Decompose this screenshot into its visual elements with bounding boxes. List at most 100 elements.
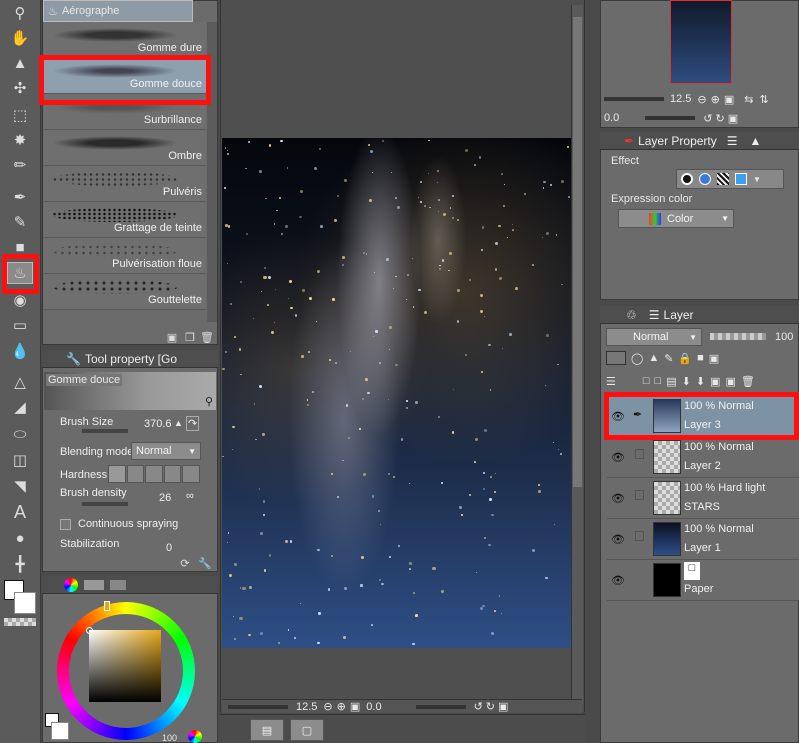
pencil-tool-icon[interactable]: ✎	[7, 211, 33, 233]
pen-tool-icon[interactable]: ✒	[7, 186, 33, 208]
balloon-tool-icon[interactable]: ●	[7, 527, 33, 549]
reference-layer-icon[interactable]: ▲	[648, 352, 659, 364]
ruler-tool-icon[interactable]: ◥	[7, 475, 33, 497]
merge-down-icon[interactable]: ⬇	[696, 375, 705, 388]
canvas-fit-icon[interactable]: ▣	[350, 700, 360, 713]
layer-menu-icon[interactable]: ☰	[606, 375, 616, 388]
layer-blend-mode-dropdown[interactable]: Normal ▼	[606, 328, 702, 346]
layer-tree-tab-icon[interactable]: ▲	[750, 134, 762, 148]
zoom-preview-icon[interactable]: ⚲	[205, 395, 213, 408]
layer-search-tab-icon[interactable]: ☰	[727, 134, 738, 148]
layer-row[interactable]: 👁 100 % Normal Layer 2	[607, 437, 799, 478]
opacity-value[interactable]: 100	[775, 331, 793, 343]
animation-tab-icon[interactable]: ♲	[626, 308, 637, 322]
navigator-preview[interactable]	[670, 0, 732, 84]
rotate-left-icon[interactable]: ↺	[474, 700, 483, 713]
decoration-tool-icon[interactable]: ◉	[7, 289, 33, 311]
navigator-fit-icon[interactable]: ▣	[724, 93, 734, 106]
auto-select-tool-icon[interactable]: ✸	[7, 129, 33, 151]
airbrush-tool-icon[interactable]: ♨	[7, 262, 33, 284]
clip-icon[interactable]: ◯	[631, 352, 643, 365]
eye-icon[interactable]: 👁	[611, 451, 625, 464]
opacity-slider[interactable]	[710, 333, 766, 340]
color-wheel-tab-icon[interactable]	[64, 577, 78, 592]
layer-tab-label[interactable]: Layer	[664, 308, 694, 322]
wheel-sub-color-icon[interactable]	[51, 722, 69, 740]
canvas-zoom-value[interactable]: 12.5	[296, 701, 317, 713]
move-layer-tool-icon[interactable]: ✣	[7, 77, 33, 99]
layer-color-swatch-icon[interactable]	[606, 351, 626, 365]
create-mask-icon[interactable]: ▣	[710, 375, 720, 388]
saturation-value-square[interactable]	[89, 630, 161, 702]
blend-tool-icon[interactable]: 💧	[7, 340, 33, 362]
transparent-color-swatch[interactable]	[4, 618, 36, 626]
continuous-spraying-checkbox[interactable]	[60, 519, 71, 530]
brush-item[interactable]: Gouttelette	[44, 274, 206, 310]
copy-brush-icon[interactable]: ❐	[183, 330, 197, 344]
delete-layer-icon[interactable]: 🗑	[741, 375, 755, 388]
flip-vertical-icon[interactable]: ⇅	[759, 93, 768, 106]
navigator-rotation-value[interactable]: 0.0	[604, 112, 619, 124]
timeline-frames-icon[interactable]: ▤	[250, 719, 284, 741]
eye-icon[interactable]: 👁	[611, 410, 625, 423]
navigator-zoom-out-icon[interactable]: ⊖	[697, 93, 706, 106]
navigator-rotate-left-icon[interactable]: ↺	[703, 112, 712, 125]
stabilization-value[interactable]: 0	[166, 542, 172, 554]
lock-transparent-icon[interactable]: ■	[697, 352, 704, 364]
layer-property-tab-label[interactable]: Layer Property	[638, 134, 717, 148]
expression-color-dropdown[interactable]: Color ▼	[618, 209, 734, 228]
text-tool-icon[interactable]: A	[7, 501, 33, 523]
transfer-down-icon[interactable]: ⬇	[682, 375, 691, 388]
gradient-tool-icon[interactable]: ◢	[7, 396, 33, 418]
reset-settings-icon[interactable]: ⟳	[178, 556, 192, 570]
new-folder-icon[interactable]: ▤	[666, 375, 676, 388]
navigator-zoom-slider[interactable]	[604, 97, 664, 101]
fill-tool-icon[interactable]: △	[7, 371, 33, 393]
frame-tool-icon[interactable]: ◫	[7, 449, 33, 471]
edit-target-box[interactable]	[635, 449, 644, 459]
selection-tool-icon[interactable]: ⬚	[7, 104, 33, 126]
brush-size-spinner-icon[interactable]: ▲	[174, 418, 183, 428]
tone-effect-icon[interactable]	[717, 173, 729, 185]
brush-item-selected[interactable]: Gomme douce	[44, 58, 206, 94]
edit-target-box[interactable]	[635, 531, 644, 541]
navigator-zoom-in-icon[interactable]: ⊕	[711, 93, 720, 106]
canvas-zoom-in-icon[interactable]: ⊕	[337, 700, 346, 713]
new-raster-layer-icon[interactable]: □	[643, 375, 650, 387]
navigator-reset-icon[interactable]: ▣	[728, 112, 738, 125]
eraser-tool-icon[interactable]: ▭	[7, 314, 33, 336]
border-effect-icon[interactable]	[681, 173, 693, 185]
brush-tool-icon[interactable]: ■	[7, 236, 33, 258]
correct-line-tool-icon[interactable]: ╋	[7, 553, 33, 575]
layer-color-icon[interactable]	[735, 173, 747, 185]
layer-row-selected[interactable]: 👁 ✒ 100 % Normal Layer 3	[607, 396, 799, 437]
new-vector-layer-icon[interactable]: □	[655, 375, 662, 387]
color-slider-tab-icon[interactable]	[84, 579, 104, 590]
hand-tool-icon[interactable]: ✋	[7, 27, 33, 49]
canvas-rotation-slider[interactable]	[415, 704, 466, 709]
brush-size-pressure-icon[interactable]: ↷	[186, 416, 200, 431]
canvas-zoom-out-icon[interactable]: ⊖	[323, 700, 332, 713]
flip-horizontal-icon[interactable]: ⇆	[744, 93, 753, 106]
brush-item[interactable]: Gomme dure	[44, 22, 206, 58]
navigator-rotation-slider[interactable]	[645, 116, 696, 120]
eye-icon[interactable]: 👁	[611, 533, 625, 546]
sub-tool-tab[interactable]: ♨ Aérographe	[43, 0, 193, 22]
figure-tool-icon[interactable]: ⬭	[7, 423, 33, 445]
zoom-tool-icon[interactable]: ⚲	[7, 2, 33, 24]
eye-icon[interactable]: 👁	[611, 574, 625, 587]
canvas-rotation-value[interactable]: 0.0	[366, 701, 381, 713]
color-wheel-mini-icon[interactable]	[188, 730, 202, 743]
rotate-right-icon[interactable]: ↻	[486, 700, 495, 713]
brush-item[interactable]: Grattage de teinte	[44, 202, 206, 238]
brush-item[interactable]: Pulvéris	[44, 166, 206, 202]
draft-layer-icon[interactable]: ✎	[664, 352, 673, 365]
blending-mode-dropdown[interactable]: Normal ▼	[131, 442, 201, 460]
canvas-zoom-slider[interactable]	[228, 704, 288, 709]
create-custom-brush-icon[interactable]: ▣	[165, 330, 179, 344]
layer-row[interactable]: 👁 □ Paper	[607, 560, 799, 601]
brush-item[interactable]: Ombre	[44, 130, 206, 166]
layer-color-effect-icon[interactable]	[699, 173, 711, 185]
brush-item[interactable]: Surbrillance	[44, 94, 206, 130]
lock-icon[interactable]: 🔒	[678, 352, 692, 365]
